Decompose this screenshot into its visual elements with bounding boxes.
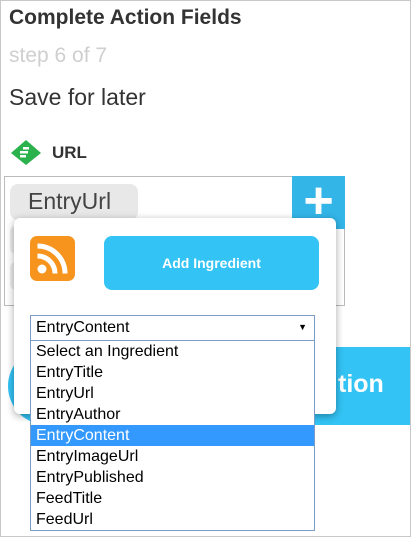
page-title: Complete Action Fields xyxy=(9,6,242,29)
ingredient-option[interactable]: EntryPublished xyxy=(31,467,314,488)
ingredient-select[interactable]: EntryContent ▼ xyxy=(30,315,315,341)
ingredient-option[interactable]: EntryContent xyxy=(31,425,314,446)
field-label-url: URL xyxy=(52,143,87,162)
ingredient-options-list: Select an Ingredient EntryTitle EntryUrl En… xyxy=(30,341,315,531)
ingredient-select-value: EntryContent xyxy=(36,319,130,336)
ingredient-option[interactable]: EntryTitle xyxy=(31,362,314,383)
ingredient-option[interactable]: EntryUrl xyxy=(31,383,314,404)
ingredient-pill[interactable]: EntryUrl xyxy=(10,184,138,220)
feedly-icon xyxy=(11,140,41,165)
ingredient-option[interactable]: FeedUrl xyxy=(31,509,314,530)
rss-icon xyxy=(30,236,75,281)
create-action-button-label: tion xyxy=(338,370,384,398)
chevron-down-icon: ▼ xyxy=(298,322,307,332)
ingredient-option[interactable]: EntryAuthor xyxy=(31,404,314,425)
step-indicator: step 6 of 7 xyxy=(9,44,108,67)
add-ingredient-button[interactable]: Add Ingredient xyxy=(104,236,319,290)
save-for-later-link[interactable]: Save for later xyxy=(9,84,146,111)
ingredient-option[interactable]: EntryImageUrl xyxy=(31,446,314,467)
ingredient-option[interactable]: Select an Ingredient xyxy=(31,341,314,362)
ingredient-option[interactable]: FeedTitle xyxy=(31,488,314,509)
